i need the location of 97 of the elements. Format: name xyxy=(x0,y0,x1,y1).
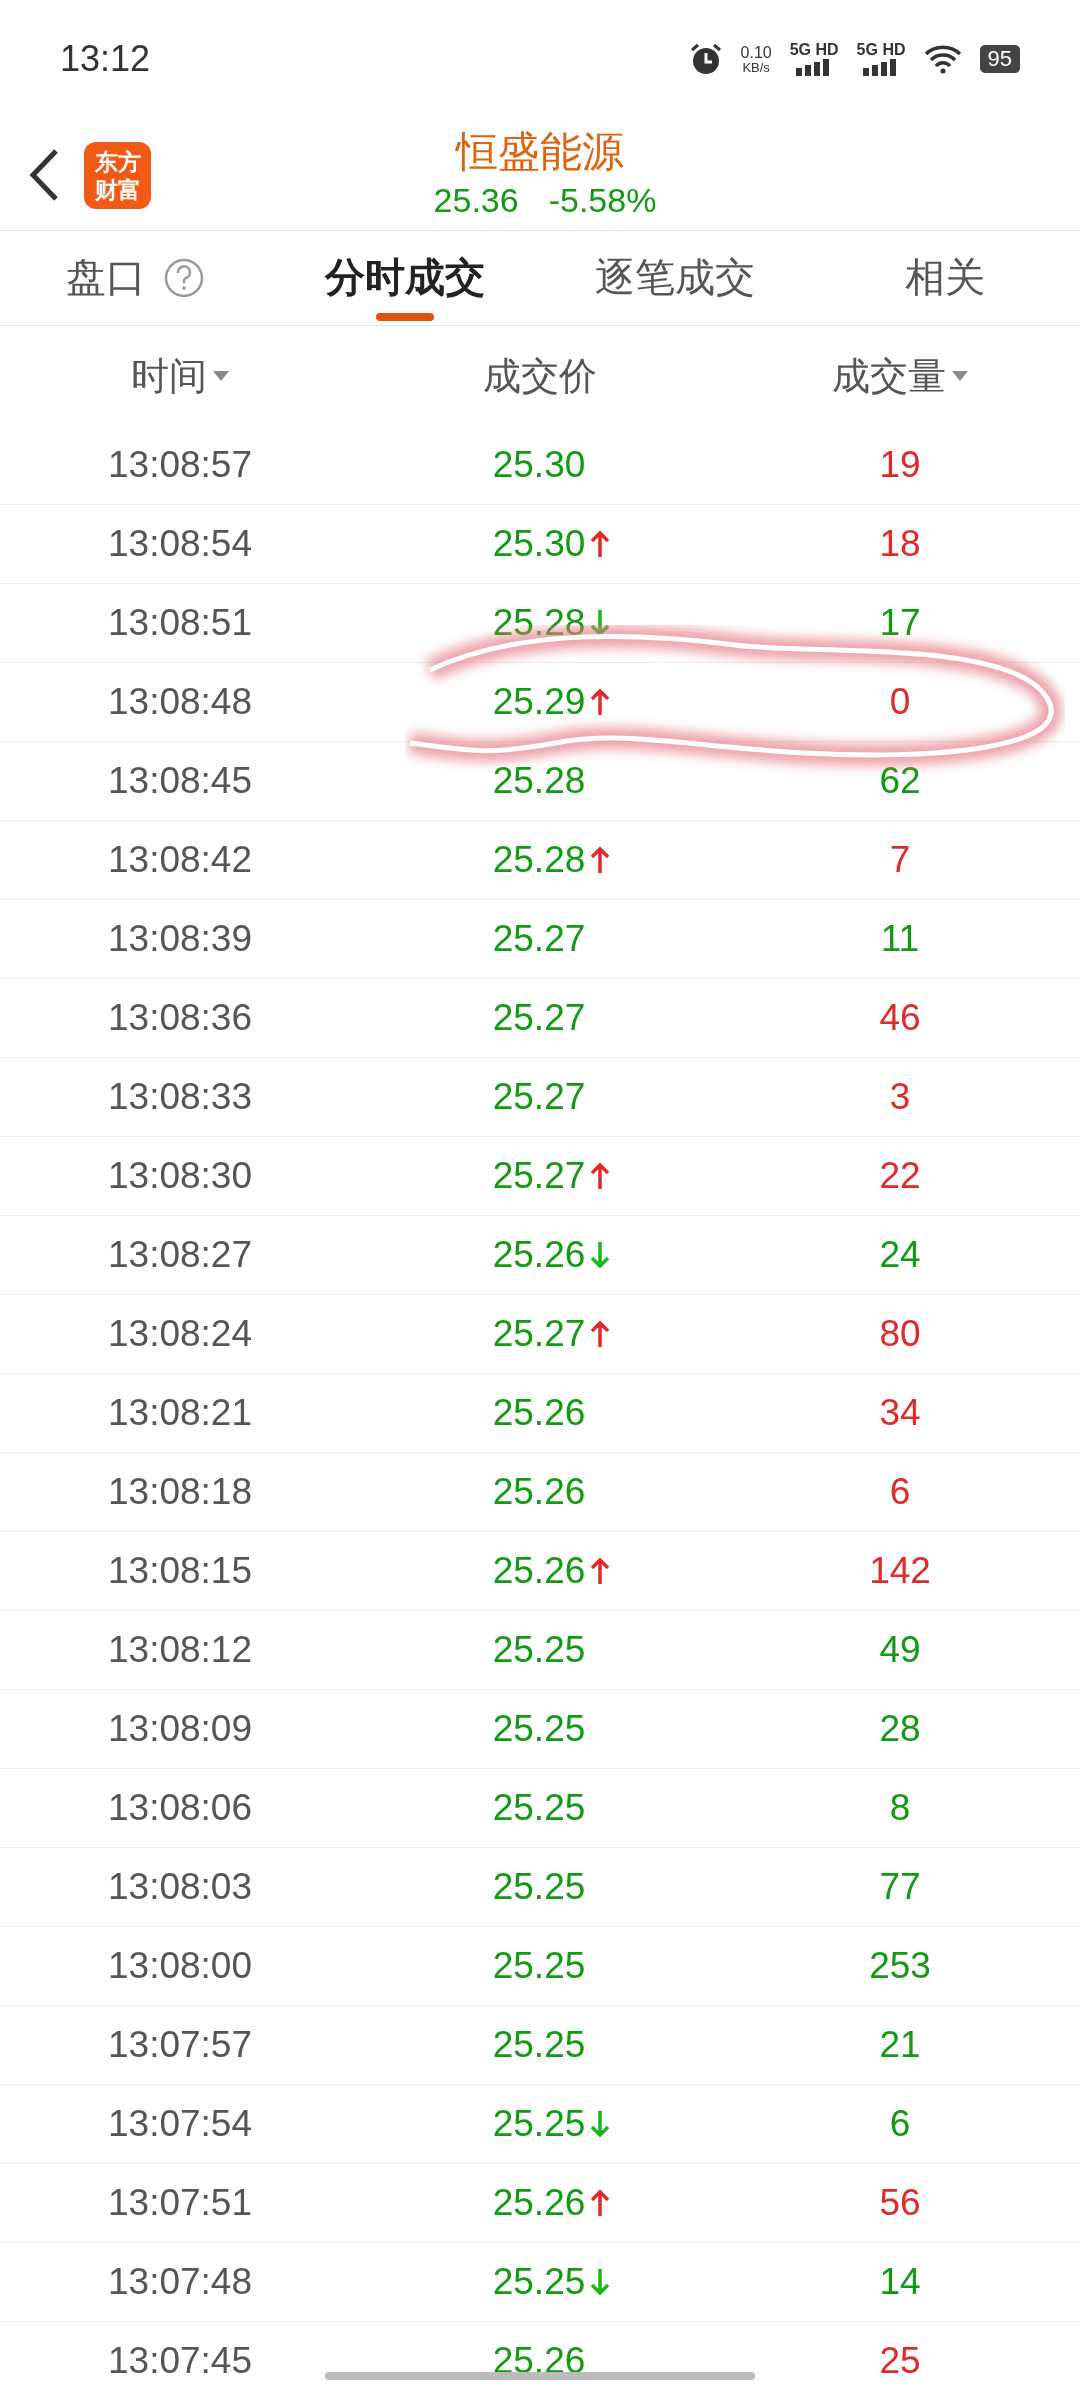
volume-cell-text: 253 xyxy=(869,1944,931,1989)
price-cell-text: 25.26 xyxy=(492,1391,586,1436)
price-cell-text: 25.25 xyxy=(492,1628,586,1673)
price-cell-text: 25.26 xyxy=(492,1233,586,1278)
time-cell-text: 13:07:57 xyxy=(108,2023,252,2068)
volume-cell-text: 22 xyxy=(879,1154,921,1199)
battery-level: 95 xyxy=(979,45,1020,73)
volume-cell-text: 28 xyxy=(879,1707,921,1752)
speed-unit: KB/s xyxy=(742,60,770,74)
price-cell-text: 25.27 xyxy=(492,1154,586,1199)
time-cell-text: 13:08:21 xyxy=(108,1391,252,1436)
time-cell-text: 13:07:54 xyxy=(108,2102,252,2147)
time-cell-text: 13:08:48 xyxy=(108,680,252,725)
time-cell-text: 13:08:27 xyxy=(108,1233,252,1278)
price-cell-text: 25.26 xyxy=(492,1549,586,1594)
volume-cell-text: 34 xyxy=(879,1391,921,1436)
alarm-icon xyxy=(688,42,723,76)
time-cell-text: 13:07:45 xyxy=(108,2339,252,2384)
stock-name: 恒盛能源 xyxy=(456,127,624,177)
time-cell-text: 13:08:12 xyxy=(108,1628,252,1673)
volume-cell-text: 62 xyxy=(879,759,921,804)
price-cell-text: 25.27 xyxy=(492,1312,586,1357)
price-cell-text: 25.27 xyxy=(492,917,586,962)
wifi-icon xyxy=(923,44,962,74)
time-cell-text: 13:08:06 xyxy=(108,1786,252,1831)
volume-cell-text: 19 xyxy=(879,443,921,488)
price-cell-text: 25.25 xyxy=(492,1944,586,1989)
column-header[interactable]: 成交量 xyxy=(832,347,946,405)
app-logo: 东方 财富 xyxy=(84,142,151,209)
volume-cell-text: 0 xyxy=(889,680,911,725)
volume-cell-text: 77 xyxy=(879,1865,921,1910)
volume-cell-text: 14 xyxy=(879,2260,921,2305)
price-cell-text: 25.26 xyxy=(492,2181,586,2226)
time-cell-text: 13:08:03 xyxy=(108,1865,252,1910)
time-cell-text: 13:08:36 xyxy=(108,996,252,1041)
price-cell-text: 25.25 xyxy=(492,2023,586,2068)
price-cell-text: 25.25 xyxy=(492,1707,586,1752)
price-cell-text: 25.28 xyxy=(492,759,586,804)
volume-cell-text: 6 xyxy=(889,2102,911,2147)
time-cell-text: 13:07:48 xyxy=(108,2260,252,2305)
price-change: -5.58% xyxy=(548,180,657,221)
time-cell-text: 13:08:45 xyxy=(108,759,252,804)
volume-cell-text: 6 xyxy=(889,1470,911,1515)
price-cell-text: 25.30 xyxy=(492,443,586,488)
price-cell-text: 25.25 xyxy=(492,2260,586,2305)
volume-cell-text: 56 xyxy=(879,2181,921,2226)
price-cell-text: 25.25 xyxy=(492,1865,586,1910)
tab[interactable]: 相关 xyxy=(905,235,985,321)
time-cell-text: 13:08:57 xyxy=(108,443,252,488)
volume-cell-text: 46 xyxy=(879,996,921,1041)
tab[interactable]: 逐笔成交 xyxy=(595,235,755,321)
time-cell-text: 13:08:33 xyxy=(108,1075,252,1120)
back-icon[interactable] xyxy=(28,148,60,202)
volume-cell-text: 11 xyxy=(880,917,920,962)
time-cell-text: 13:08:42 xyxy=(108,838,252,883)
network-speed: 0.10 xyxy=(740,44,772,61)
volume-cell-text: 7 xyxy=(889,838,911,883)
time-cell-text: 13:08:24 xyxy=(108,1312,252,1357)
tab[interactable]: 分时成交 xyxy=(325,235,485,321)
volume-cell-text: 3 xyxy=(889,1075,911,1120)
price-cell-text: 25.25 xyxy=(492,1786,586,1831)
price-cell-text: 25.26 xyxy=(492,1470,586,1515)
volume-cell-text: 142 xyxy=(869,1549,931,1594)
time-cell-text: 13:08:00 xyxy=(108,1944,252,1989)
tab[interactable]: 盘口 xyxy=(66,235,146,321)
network-type: 5G HD xyxy=(789,42,839,58)
price-cell-text: 25.29 xyxy=(492,680,586,725)
price-cell-text: 25.28 xyxy=(492,601,586,646)
time-cell-text: 13:08:09 xyxy=(108,1707,252,1752)
price-cell-text: 25.27 xyxy=(492,996,586,1041)
sort-caret-icon[interactable] xyxy=(952,371,968,381)
volume-cell-text: 17 xyxy=(879,601,921,646)
sort-caret-icon[interactable] xyxy=(213,371,229,381)
stock-price: 25.36 xyxy=(433,180,519,221)
column-header: 成交价 xyxy=(483,353,597,399)
price-cell-text: 25.27 xyxy=(492,1075,586,1120)
price-cell-text: 25.28 xyxy=(492,838,586,883)
volume-cell-text: 18 xyxy=(879,522,921,567)
volume-cell-text: 25 xyxy=(879,2339,921,2384)
volume-cell-text: 80 xyxy=(879,1312,921,1357)
network-type: 5G HD xyxy=(856,42,906,58)
time-cell-text: 13:08:51 xyxy=(108,601,252,646)
help-icon[interactable] xyxy=(164,258,204,298)
time-cell-text: 13:08:54 xyxy=(108,522,252,567)
volume-cell-text: 24 xyxy=(879,1233,921,1278)
volume-cell-text: 49 xyxy=(879,1628,921,1673)
price-cell-text: 25.30 xyxy=(492,522,586,567)
volume-cell-text: 21 xyxy=(879,2023,921,2068)
time-cell-text: 13:08:18 xyxy=(108,1470,252,1515)
time-cell-text: 13:07:51 xyxy=(108,2181,252,2226)
price-cell-text: 25.25 xyxy=(492,2102,586,2147)
volume-cell-text: 8 xyxy=(889,1786,911,1831)
time-cell-text: 13:08:30 xyxy=(108,1154,252,1199)
column-header[interactable]: 时间 xyxy=(131,347,207,405)
status-time: 13:12 xyxy=(60,37,151,81)
time-cell-text: 13:08:39 xyxy=(108,917,252,962)
time-cell-text: 13:08:15 xyxy=(108,1549,252,1594)
